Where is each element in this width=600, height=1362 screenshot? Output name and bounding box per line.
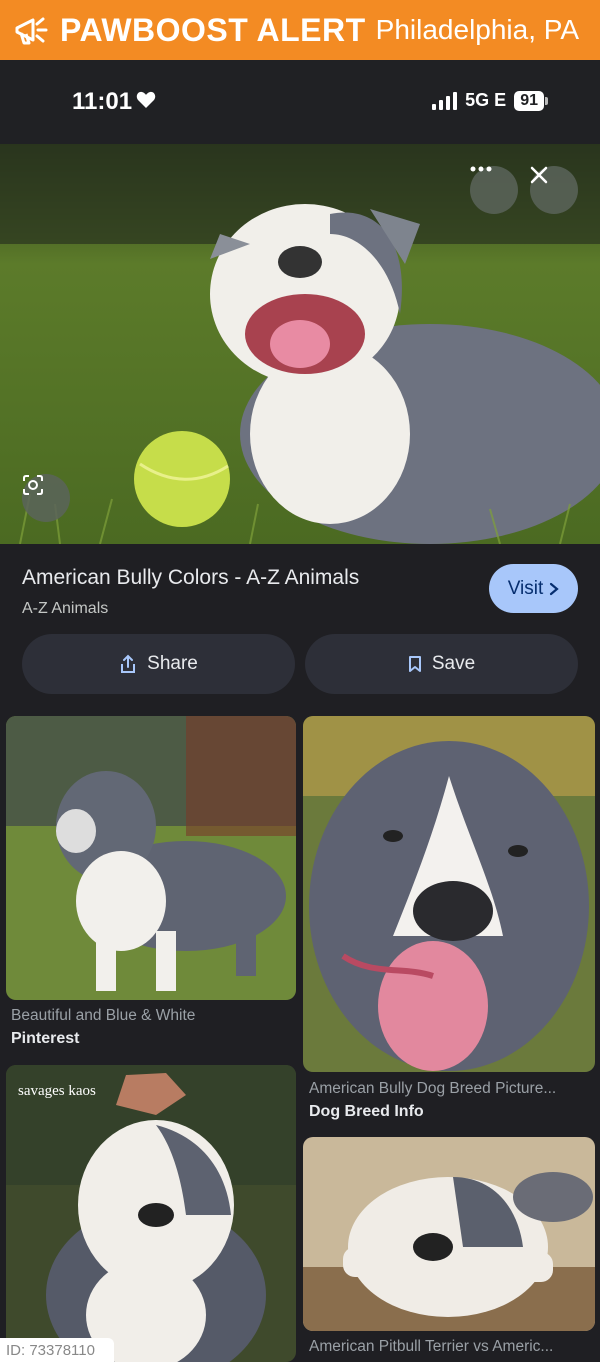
time-text: 11:01 xyxy=(72,88,133,115)
battery-level: 91 xyxy=(514,90,544,111)
more-horizontal-icon xyxy=(470,166,492,172)
close-button[interactable] xyxy=(530,166,578,214)
image-watermark: savages kaos xyxy=(18,1083,96,1099)
result-source: A-Z Animals xyxy=(22,600,109,617)
dog-photo xyxy=(6,1065,296,1362)
bookmark-icon xyxy=(408,656,421,672)
dog-photo xyxy=(303,1137,595,1331)
save-button[interactable]: Save xyxy=(305,634,578,694)
status-right: 5G E 91 xyxy=(432,90,548,111)
more-options-button[interactable] xyxy=(470,166,518,214)
battery-icon: 91 xyxy=(514,90,548,111)
heart-icon xyxy=(136,88,156,116)
lens-icon xyxy=(23,475,43,495)
chevron-right-icon xyxy=(550,582,559,595)
dog-photo xyxy=(303,716,595,1072)
share-button[interactable]: Share xyxy=(22,634,295,694)
banner-brand: PAWBOOST ALERT xyxy=(60,11,366,48)
related-image-2[interactable] xyxy=(303,716,595,1072)
related-image-1[interactable] xyxy=(6,716,296,1000)
result-title[interactable]: American Bully Colors - A-Z Animals xyxy=(22,566,359,590)
pawboost-banner: PAWBOOST ALERT Philadelphia, PA xyxy=(0,0,600,60)
related-image-3[interactable]: savages kaos xyxy=(6,1065,296,1362)
related-caption-2: American Bully Dog Breed Picture... xyxy=(309,1080,557,1097)
related-caption-1: Beautiful and Blue & White xyxy=(11,1007,196,1024)
status-bar: 11:01 5G E 91 xyxy=(0,60,600,144)
lens-button[interactable] xyxy=(22,474,70,522)
megaphone-icon xyxy=(8,7,54,53)
dog-photo xyxy=(6,716,296,1000)
status-time: 11:01 xyxy=(72,88,156,116)
related-caption-3: American Pitbull Terrier vs Americ... xyxy=(309,1338,554,1355)
share-label: Share xyxy=(147,653,198,674)
related-source-1: Pinterest xyxy=(11,1030,80,1047)
related-image-4[interactable] xyxy=(303,1137,595,1331)
network-type: 5G E xyxy=(465,90,507,110)
id-tag: ID: 73378110 xyxy=(0,1338,114,1362)
save-label: Save xyxy=(431,653,476,674)
banner-city: Philadelphia, PA xyxy=(375,14,580,45)
visit-label: Visit xyxy=(507,577,544,599)
hero-image[interactable] xyxy=(0,144,600,544)
visit-button[interactable]: Visit xyxy=(489,564,578,613)
related-source-2: Dog Breed Info xyxy=(309,1103,424,1120)
signal-icon xyxy=(432,91,458,110)
share-icon xyxy=(121,654,136,673)
close-icon xyxy=(530,166,548,184)
result-info: American Bully Colors - A-Z Animals A-Z … xyxy=(0,544,600,714)
